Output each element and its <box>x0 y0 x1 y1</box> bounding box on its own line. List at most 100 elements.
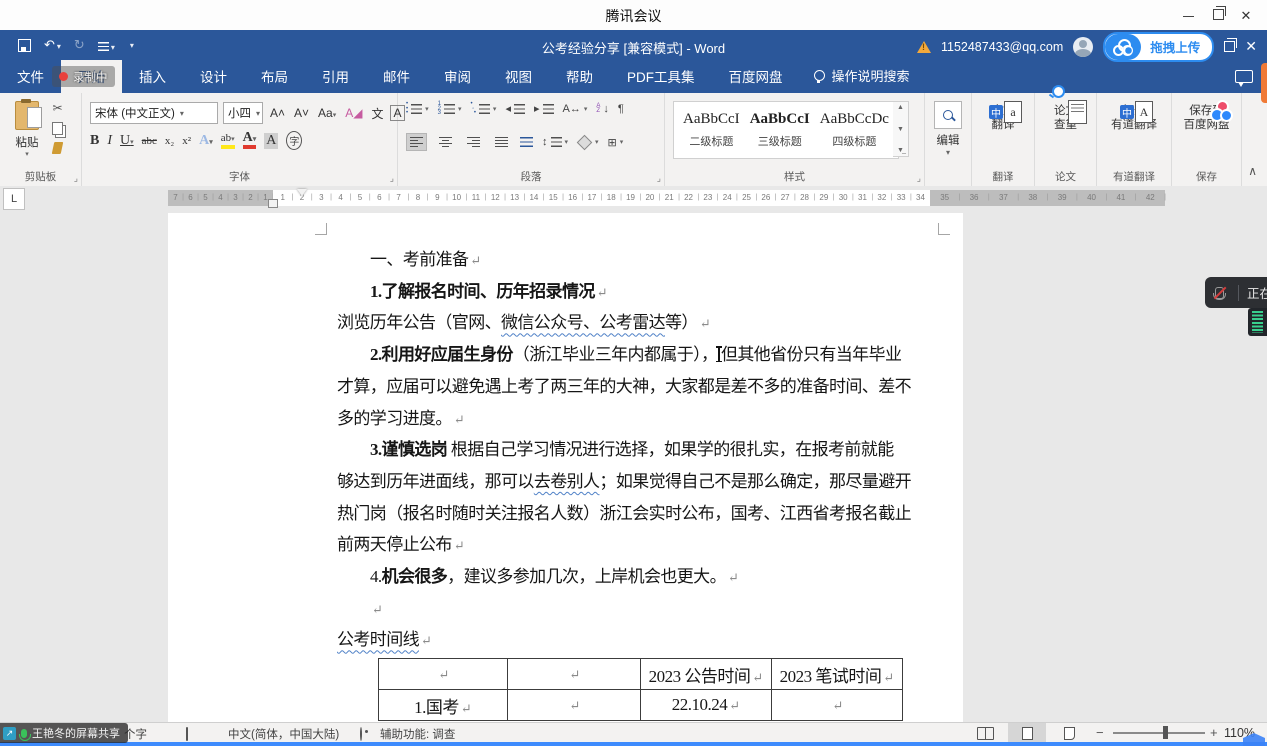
copy-icon[interactable] <box>52 122 63 135</box>
horizontal-ruler[interactable]: L 7654321 123456789101112131415161718192… <box>0 186 1267 210</box>
underline-icon[interactable]: U▾ <box>120 133 134 149</box>
multilevel-list-icon[interactable]: • ◦ •▾ <box>470 102 496 116</box>
table-cell[interactable]: ↵ <box>772 690 903 721</box>
clipboard-dialog-launcher-icon[interactable]: ⌟ <box>74 173 78 184</box>
table-cell[interactable]: ↵ <box>508 659 641 690</box>
gallery-more-icon[interactable]: ▼̲ <box>897 147 904 154</box>
styles-dialog-launcher-icon[interactable]: ⌟ <box>917 173 921 184</box>
format-painter-icon[interactable] <box>52 142 64 154</box>
font-dialog-launcher-icon[interactable]: ⌟ <box>390 173 394 184</box>
left-indent-marker[interactable] <box>268 199 278 208</box>
style-二级标题[interactable]: AaBbCcI二级标题 <box>683 111 740 149</box>
论文查重-button[interactable]: 论文查重 <box>1035 99 1096 132</box>
grow-font-icon[interactable]: A˄ <box>268 105 287 121</box>
language-status[interactable]: 中文(简体，中国大陆) <box>228 726 339 742</box>
align-right-icon[interactable] <box>464 134 483 150</box>
table-cell[interactable]: ↵ <box>379 659 508 690</box>
account-email[interactable]: 1152487433@qq.com <box>941 40 1063 54</box>
align-left-icon[interactable] <box>406 133 427 151</box>
enclose-characters-icon[interactable]: 字 <box>286 131 302 150</box>
first-line-indent-marker[interactable] <box>297 189 307 196</box>
netdisk-edge-widget[interactable] <box>1261 63 1267 103</box>
web-layout-button[interactable] <box>1050 723 1088 743</box>
tab-邮件[interactable]: 邮件 <box>366 60 427 93</box>
tab-插入[interactable]: 插入 <box>122 60 183 93</box>
bullets-icon[interactable]: • • •▾ <box>406 102 429 116</box>
decrease-indent-icon[interactable]: ◂ <box>505 102 525 115</box>
tab-百度网盘[interactable]: 百度网盘 <box>712 60 800 93</box>
text-effects-icon[interactable]: A▾ <box>199 133 213 149</box>
italic-icon[interactable]: I <box>107 133 112 149</box>
table-cell[interactable]: ↵ <box>508 690 641 721</box>
word-restore-icon[interactable] <box>1224 41 1235 52</box>
comment-icon[interactable] <box>1235 70 1253 83</box>
tab-帮助[interactable]: 帮助 <box>549 60 610 93</box>
document-page[interactable]: 一、考前准备↵1.了解报名时间、历年招录情况↵浏览历年公告（官网、微信公众号、公… <box>168 213 963 722</box>
restore-icon[interactable] <box>1203 7 1233 25</box>
gallery-up-icon[interactable]: ▲ <box>897 104 904 111</box>
highlight-color-icon[interactable]: ab▾ <box>221 133 235 149</box>
minimize-icon[interactable] <box>1173 7 1203 25</box>
editing-dropdown-icon[interactable]: ▾ <box>925 148 971 157</box>
tab-审阅[interactable]: 审阅 <box>427 60 488 93</box>
tell-me-search[interactable]: 操作说明搜索 <box>814 66 910 93</box>
zoom-slider[interactable] <box>1113 732 1205 734</box>
全文翻译-button[interactable]: a中全文翻译 <box>972 99 1034 132</box>
character-shading-icon[interactable]: A <box>264 133 278 149</box>
timeline-table[interactable]: ↵↵2023 公告时间↵2023 笔试时间↵1.国考↵↵22.10.24↵↵ <box>378 658 903 721</box>
warning-icon[interactable] <box>917 41 931 53</box>
tab-selector[interactable]: L <box>3 188 25 210</box>
table-cell[interactable]: 2023 公告时间↵ <box>641 659 772 690</box>
align-center-icon[interactable] <box>436 134 455 150</box>
print-layout-button[interactable] <box>1008 723 1046 743</box>
table-cell[interactable]: 2023 笔试时间↵ <box>772 659 903 690</box>
bold-icon[interactable]: B <box>90 133 99 149</box>
superscript-icon[interactable]: x² <box>182 135 191 147</box>
increase-indent-icon[interactable]: ▸ <box>534 102 554 115</box>
zoom-out-icon[interactable]: − <box>1096 725 1104 740</box>
justify-icon[interactable] <box>492 134 511 150</box>
打开有道翻译-button[interactable]: A中打开有道翻译 <box>1097 99 1171 132</box>
close-icon[interactable]: ✕ <box>1231 7 1261 25</box>
line-spacing-icon[interactable]: ↕▾ <box>542 136 568 148</box>
style-四级标题[interactable]: AaBbCcDc四级标题 <box>820 111 889 149</box>
shading-icon[interactable]: ▾ <box>577 135 599 150</box>
sort-icon[interactable]: A Z↓ <box>596 103 609 115</box>
numbering-icon[interactable]: 1 2 3▾ <box>438 102 462 116</box>
tab-PDF工具集[interactable]: PDF工具集 <box>610 60 712 93</box>
accessibility-status[interactable]: 辅助功能: 调查 <box>380 726 455 742</box>
font-color-icon[interactable]: A▾ <box>243 132 257 149</box>
strikethrough-icon[interactable]: abc <box>142 135 157 147</box>
保存到百度网盘-button[interactable]: 保存到百度网盘 <box>1172 99 1241 132</box>
phonetic-guide-icon[interactable]: 文 <box>369 104 385 123</box>
tab-引用[interactable]: 引用 <box>305 60 366 93</box>
asian-layout-icon[interactable]: A↔▾ <box>563 103 588 115</box>
collapse-ribbon-icon[interactable]: ∧ <box>1248 164 1257 178</box>
baidu-upload-button[interactable]: 拖拽上传 <box>1103 32 1214 62</box>
tab-布局[interactable]: 布局 <box>244 60 305 93</box>
borders-icon[interactable]: ⊞▾ <box>608 136 624 149</box>
paragraph-dialog-launcher-icon[interactable]: ⌟ <box>657 173 661 184</box>
gallery-down-icon[interactable]: ▼ <box>897 126 904 133</box>
avatar[interactable] <box>1073 37 1093 57</box>
paste-button[interactable]: 粘贴 ▾ <box>7 101 47 158</box>
tab-设计[interactable]: 设计 <box>183 60 244 93</box>
table-cell[interactable]: 1.国考↵ <box>379 690 508 721</box>
distribute-icon[interactable] <box>520 137 533 147</box>
zoom-in-icon[interactable]: + <box>1210 725 1218 740</box>
find-button[interactable] <box>934 101 962 129</box>
table-cell[interactable]: 22.10.24↵ <box>641 690 772 721</box>
word-close-icon[interactable]: ✕ <box>1245 38 1257 55</box>
show-hide-marks-icon[interactable]: ¶ <box>618 103 624 115</box>
change-case-icon[interactable]: Aa▾ <box>316 105 338 121</box>
proofing-icon[interactable] <box>186 728 188 740</box>
shrink-font-icon[interactable]: A˅ <box>292 105 311 121</box>
subscript-icon[interactable]: x₂ <box>165 135 174 147</box>
font-size-select[interactable]: 小四▾ <box>223 102 263 124</box>
read-mode-button[interactable] <box>966 723 1004 743</box>
style-三级标题[interactable]: AaBbCcI三级标题 <box>750 111 810 149</box>
meeting-mic-panel[interactable]: 正在 <box>1205 277 1267 308</box>
font-name-select[interactable]: 宋体 (中文正文)▾ <box>90 102 218 124</box>
cut-icon[interactable]: ✂ <box>52 101 62 115</box>
clear-format-icon[interactable]: A◢ <box>343 105 364 121</box>
